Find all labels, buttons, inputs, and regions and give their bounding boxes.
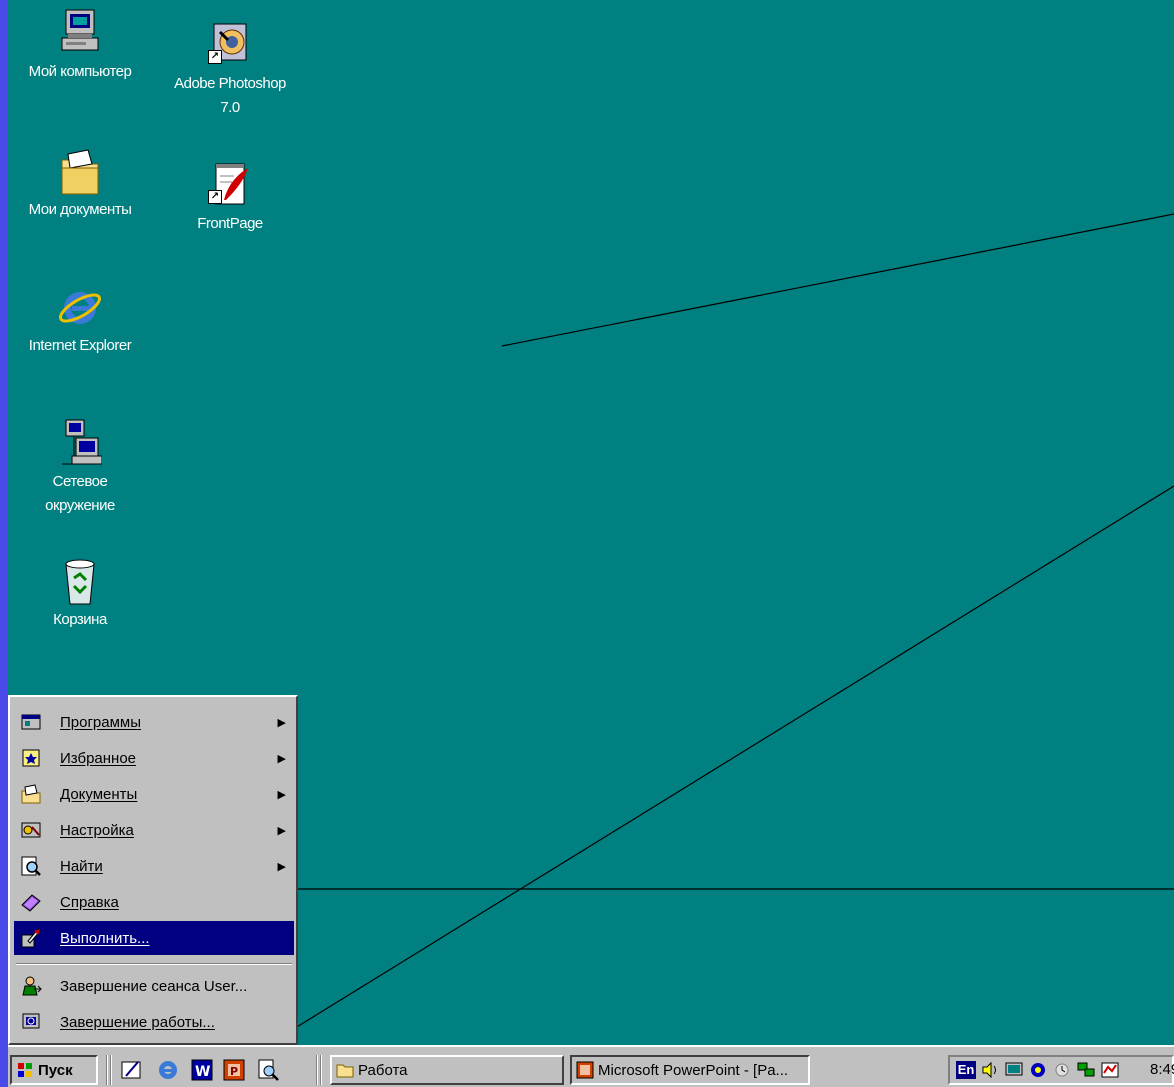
start-button[interactable]: Пуск bbox=[10, 1055, 98, 1085]
menu-item-shutdown[interactable]: Завершение работы... bbox=[14, 1005, 294, 1039]
desktop-icon-network[interactable]: Сетевое окружение bbox=[10, 418, 150, 518]
menu-item-run[interactable]: Выполнить... bbox=[14, 921, 294, 955]
menu-item-documents[interactable]: Документы ▶ bbox=[14, 777, 294, 811]
logoff-icon bbox=[22, 976, 42, 996]
internet-explorer-icon[interactable] bbox=[156, 1058, 180, 1082]
menu-item-programs[interactable]: Программы ▶ bbox=[14, 705, 294, 739]
desktop-icon-internet-explorer[interactable]: Internet Explorer bbox=[10, 282, 150, 358]
menu-item-label: Избранное bbox=[60, 749, 137, 767]
submenu-arrow-icon: ▶ bbox=[277, 860, 286, 873]
menu-item-label: Документы bbox=[60, 785, 138, 803]
settings-icon bbox=[21, 822, 41, 838]
run-icon bbox=[21, 928, 41, 948]
help-icon bbox=[21, 894, 41, 912]
recycle-bin-icon bbox=[58, 556, 102, 605]
start-menu: Программы ▶ Избранное ▶ Документы ▶ Наст… bbox=[8, 695, 298, 1045]
shortcut-arrow-icon: ↗ bbox=[208, 190, 222, 204]
submenu-arrow-icon: ▶ bbox=[277, 788, 286, 801]
submenu-arrow-icon: ▶ bbox=[277, 824, 286, 837]
toolbar-separator bbox=[106, 1055, 108, 1085]
taskbar: Пуск W P Работа Microsoft PowerPoint - [… bbox=[8, 1045, 1174, 1087]
task-button-powerpoint[interactable]: Microsoft PowerPoint - [Pa... bbox=[570, 1055, 810, 1085]
antivirus-icon[interactable] bbox=[1028, 1061, 1048, 1079]
shutdown-icon bbox=[22, 1013, 40, 1029]
menu-item-logoff[interactable]: Завершение сеанса User... bbox=[14, 969, 294, 1003]
menu-item-label: Настройка bbox=[60, 821, 134, 839]
task-button-work-folder[interactable]: Работа bbox=[330, 1055, 564, 1085]
programs-icon bbox=[21, 714, 41, 730]
favorites-icon bbox=[22, 749, 40, 767]
menu-item-help[interactable]: Справка bbox=[14, 885, 294, 919]
show-desktop-icon[interactable] bbox=[120, 1058, 144, 1082]
submenu-arrow-icon: ▶ bbox=[277, 752, 286, 765]
slide-title-fragment bbox=[648, 0, 1174, 20]
desktop-icon-label: FrontPage bbox=[197, 215, 263, 232]
menu-item-label: Найти bbox=[60, 857, 103, 875]
my-computer-icon bbox=[58, 8, 102, 52]
photoshop-icon: ↗ bbox=[208, 20, 252, 64]
network-status-icon[interactable] bbox=[1076, 1061, 1096, 1079]
my-documents-icon bbox=[58, 146, 102, 195]
network-icon bbox=[58, 418, 103, 465]
volume-icon[interactable] bbox=[980, 1061, 1000, 1079]
submenu-arrow-icon: ▶ bbox=[277, 716, 286, 729]
menu-item-label: Справка bbox=[60, 893, 119, 911]
desktop-icon-my-computer[interactable]: Мой компьютер bbox=[10, 8, 150, 84]
powerpoint-icon bbox=[576, 1061, 594, 1079]
powerpoint-icon[interactable]: P bbox=[222, 1058, 246, 1082]
desktop-icon-recycle-bin[interactable]: Корзина bbox=[10, 556, 150, 632]
find-icon[interactable] bbox=[256, 1058, 280, 1082]
windows-logo-icon bbox=[18, 1063, 32, 1077]
menu-item-settings[interactable]: Настройка ▶ bbox=[14, 813, 294, 847]
clock[interactable]: 8:49 bbox=[1150, 1061, 1174, 1078]
internet-explorer-icon bbox=[58, 282, 102, 326]
desktop-icon-label: Сетевое окружение bbox=[45, 473, 115, 514]
menu-item-find[interactable]: Найти ▶ bbox=[14, 849, 294, 883]
svg-text:P: P bbox=[230, 1065, 238, 1078]
find-icon bbox=[21, 856, 41, 876]
scheduler-icon[interactable] bbox=[1052, 1061, 1072, 1079]
menu-separator bbox=[16, 963, 292, 965]
toolbar-separator bbox=[316, 1055, 318, 1085]
menu-item-favorites[interactable]: Избранное ▶ bbox=[14, 741, 294, 775]
menu-item-label: Программы bbox=[60, 713, 142, 731]
task-button-label: Работа bbox=[358, 1061, 408, 1079]
documents-icon bbox=[21, 784, 41, 804]
display-settings-icon[interactable] bbox=[1004, 1061, 1024, 1079]
shortcut-arrow-icon: ↗ bbox=[208, 50, 222, 64]
start-button-label: Пуск bbox=[38, 1061, 73, 1079]
menu-item-label: Выполнить... bbox=[60, 929, 150, 947]
menu-item-label: Завершение работы... bbox=[60, 1013, 215, 1031]
word-icon[interactable]: W bbox=[190, 1058, 214, 1082]
menu-item-label: Завершение сеанса User... bbox=[60, 977, 248, 995]
toolbar-separator bbox=[110, 1055, 112, 1085]
desktop-icon-photoshop[interactable]: ↗ Adobe Photoshop 7.0 bbox=[160, 20, 300, 120]
desktop-icon-label: Корзина bbox=[53, 611, 107, 628]
folder-icon bbox=[336, 1064, 354, 1078]
frontpage-icon: ↗ bbox=[208, 160, 252, 205]
desktop-icon-my-documents[interactable]: Мои документы bbox=[10, 146, 150, 222]
desktop[interactable]: Мой компьютер ↗ Adobe Photoshop 7.0 Мои … bbox=[8, 0, 1174, 1087]
toolbar-separator bbox=[320, 1055, 322, 1085]
language-indicator[interactable]: En bbox=[956, 1061, 976, 1079]
task-button-label: Microsoft PowerPoint - [Pa... bbox=[598, 1061, 789, 1079]
svg-text:W: W bbox=[195, 1064, 210, 1080]
desktop-icon-frontpage[interactable]: ↗ FrontPage bbox=[160, 160, 300, 236]
desktop-icon-label: Adobe Photoshop 7.0 bbox=[174, 75, 286, 116]
system-tray: En 8:49 bbox=[948, 1055, 1174, 1085]
task-monitor-icon[interactable] bbox=[1100, 1061, 1120, 1079]
callout-line-desktop bbox=[501, 213, 1174, 347]
callout-line-taskbar bbox=[239, 485, 1174, 1063]
